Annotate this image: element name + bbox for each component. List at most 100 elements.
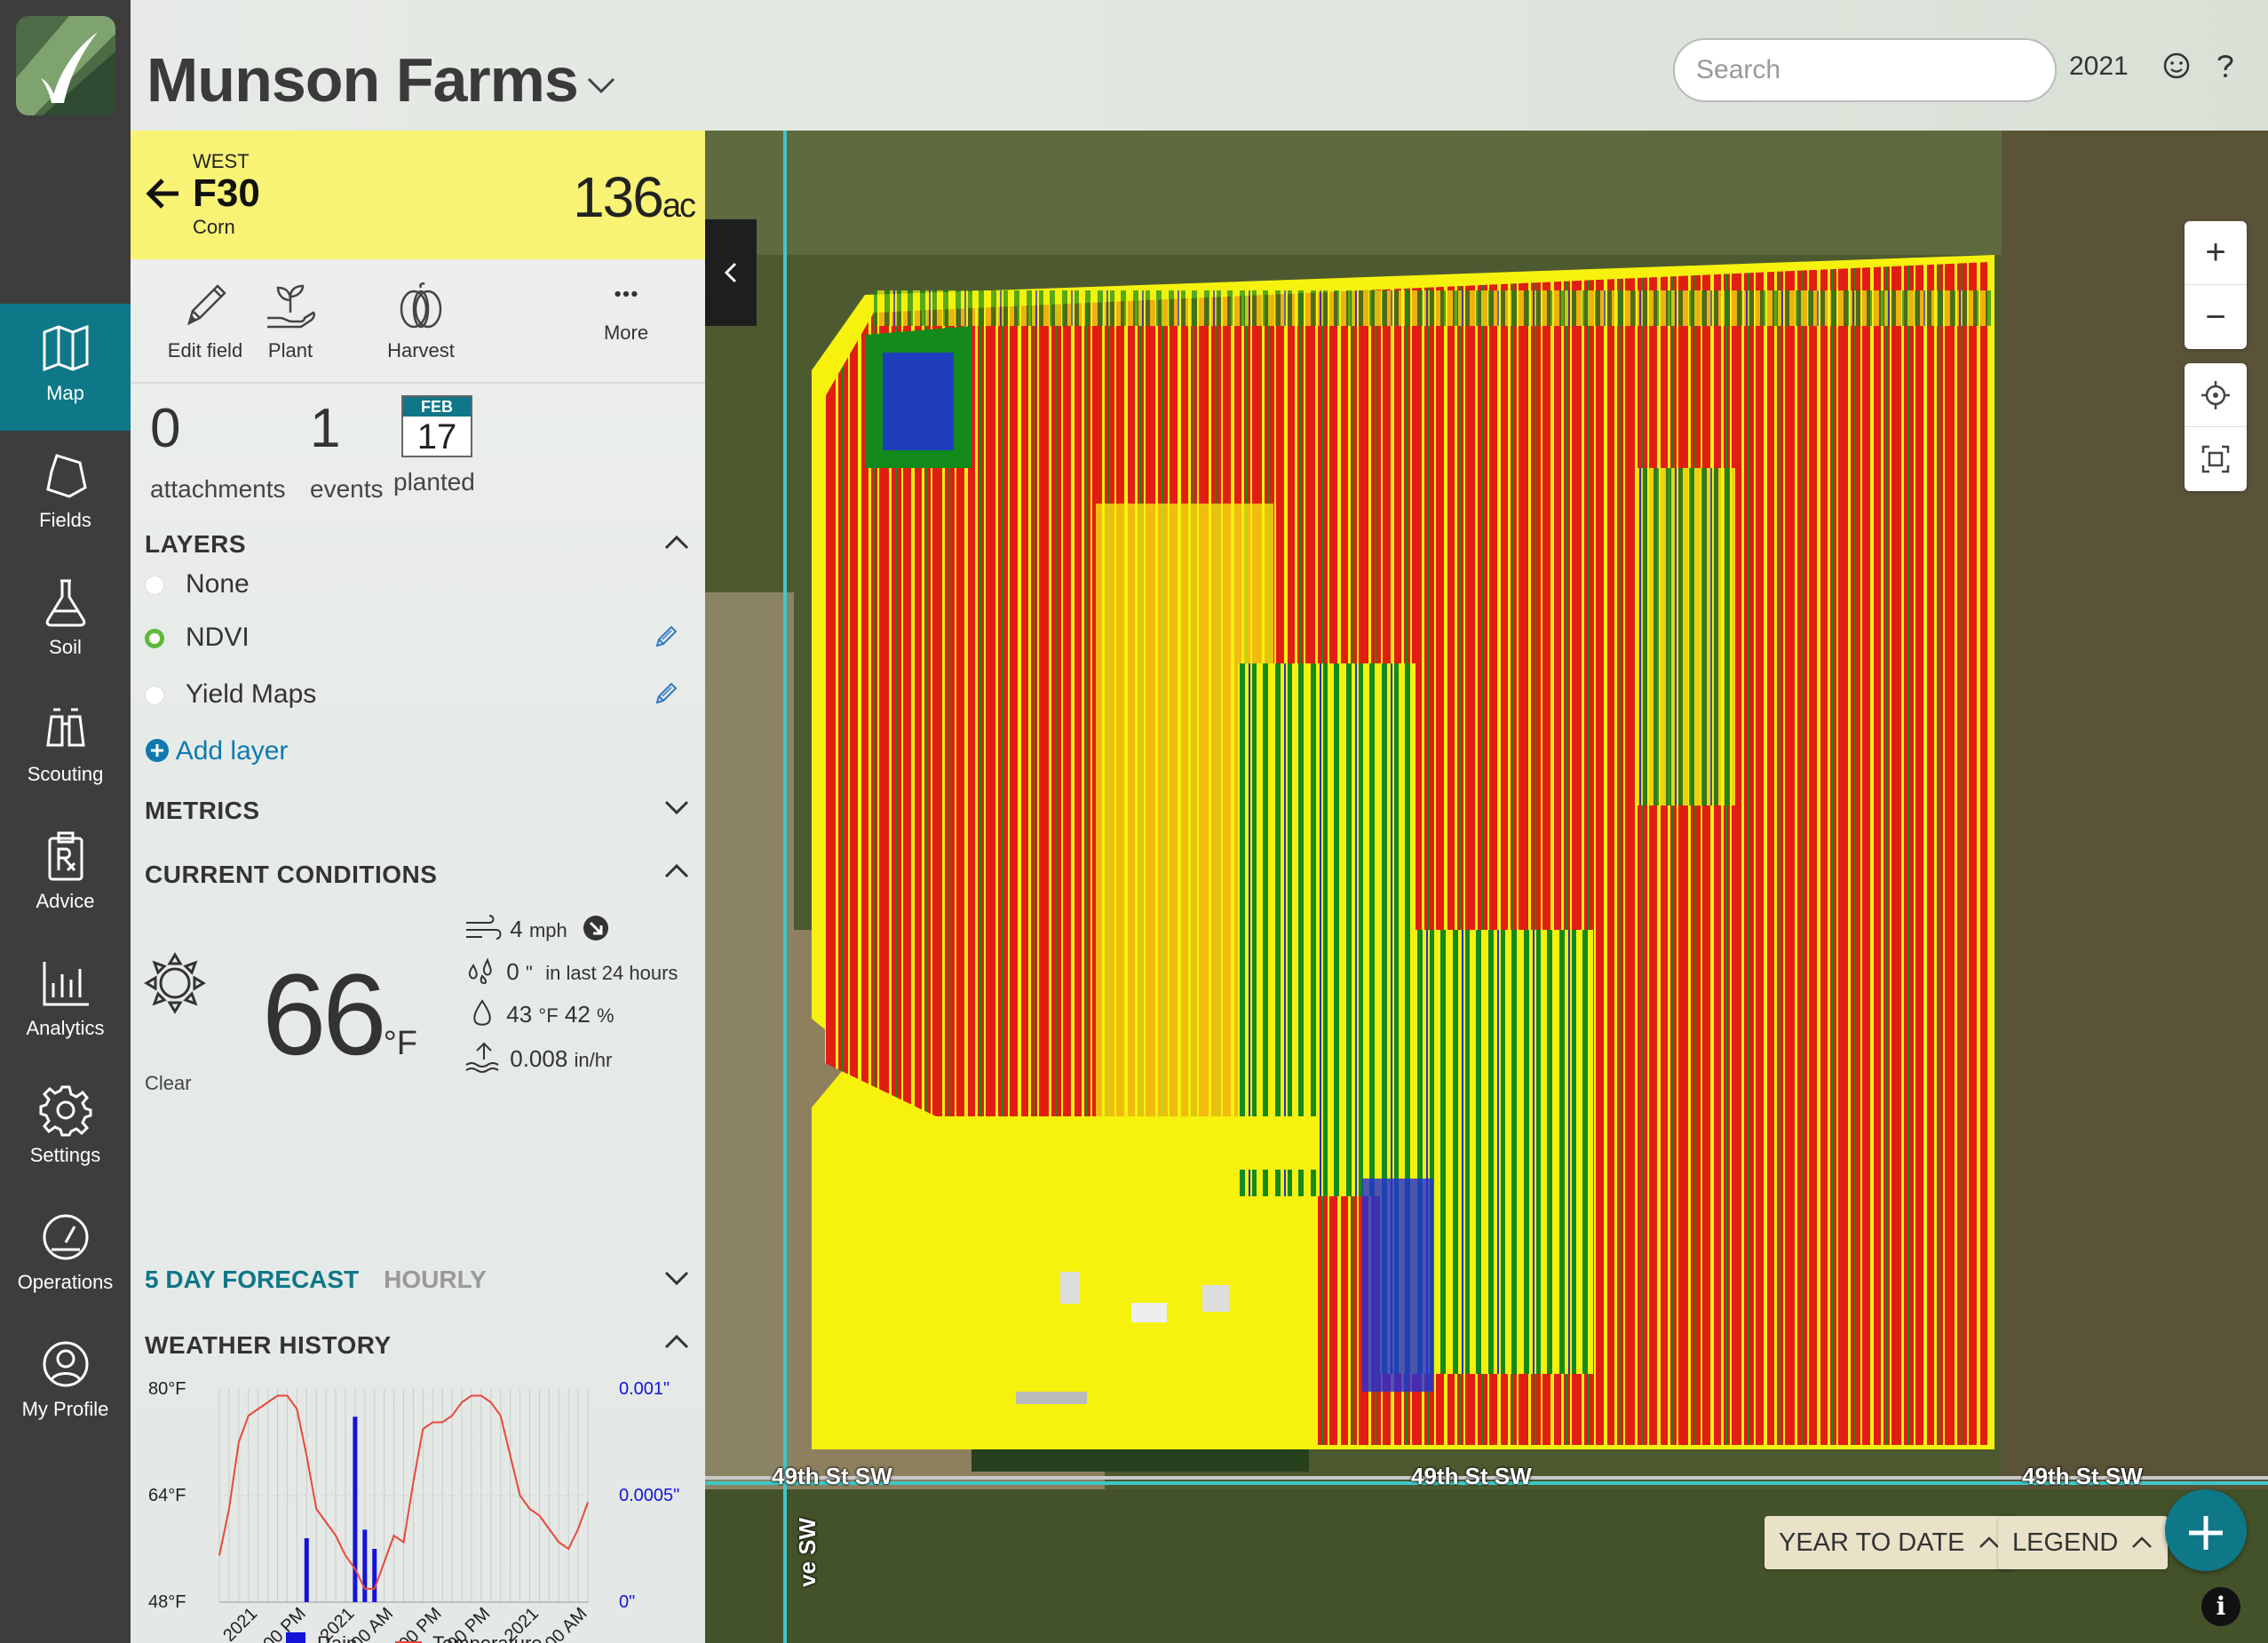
chevron-up-icon[interactable]: [661, 1326, 693, 1358]
year-to-date-button[interactable]: YEAR TO DATE: [1764, 1516, 2015, 1569]
zoom-out-button[interactable]: −: [2185, 285, 2247, 349]
chevron-up-icon[interactable]: [661, 855, 693, 887]
chevron-left-icon: [724, 262, 737, 283]
pumpkin-icon: [400, 282, 442, 329]
et-unit: in/hr: [574, 1049, 613, 1071]
layer-option-none[interactable]: None: [145, 569, 250, 599]
y-left-tick-label: 64°F: [148, 1486, 186, 1505]
user-icon: [43, 1341, 88, 1387]
field-crop: Corn: [193, 216, 235, 238]
weather-history-heading: WEATHER HISTORY: [145, 1331, 392, 1359]
nav-item-map[interactable]: Map: [0, 304, 131, 431]
binoculars-icon: [45, 708, 85, 747]
fit-bounds-button[interactable]: [2185, 427, 2247, 491]
year-to-date-label: YEAR TO DATE: [1779, 1528, 1965, 1557]
chevron-up-icon[interactable]: [661, 527, 693, 559]
sun-icon: [144, 952, 206, 1014]
app-logo[interactable]: [16, 16, 115, 115]
search-input[interactable]: [1673, 38, 2057, 102]
layer-label-none: None: [186, 569, 250, 599]
nav-item-fields[interactable]: Fields: [0, 431, 131, 558]
nav-item-scouting[interactable]: Scouting: [0, 685, 131, 812]
satellite-imagery: [705, 131, 2268, 1643]
events-count[interactable]: 1: [310, 397, 340, 460]
flask-icon: [45, 579, 85, 627]
nav-item-soil[interactable]: Soil: [0, 558, 131, 685]
nav-item-settings[interactable]: Settings: [0, 1066, 131, 1193]
wind-row: 4 mph: [464, 914, 609, 943]
fields-icon: [45, 454, 87, 498]
tab-hourly[interactable]: HOURLY: [384, 1266, 487, 1293]
planted-label: planted: [393, 468, 475, 496]
wind-icon: [466, 915, 502, 940]
current-temperature: 66°F: [262, 948, 417, 1081]
field-acres: 136ac: [573, 164, 696, 230]
layer-label-ndvi: NDVI: [186, 623, 250, 652]
sidebar: Map Fields Soil Scouting Advice Analytics Sett…: [0, 0, 131, 1643]
collapse-panel-button[interactable]: [705, 219, 757, 326]
layer-option-ndvi[interactable]: NDVI: [145, 623, 250, 653]
add-layer-button[interactable]: Add layer: [145, 736, 288, 766]
nav-item-operations[interactable]: Operations: [0, 1193, 131, 1320]
plant-button[interactable]: Plant: [228, 259, 353, 384]
map-icon: [43, 324, 88, 372]
locate-controls: [2185, 363, 2247, 491]
layer-option-yield[interactable]: Yield Maps: [145, 679, 316, 710]
y-right-tick-label: 0.0005": [619, 1486, 679, 1505]
fit-bounds-icon: [2201, 445, 2230, 473]
edit-yield-pencil-icon[interactable]: [652, 679, 680, 708]
nav-item-analytics[interactable]: Analytics: [0, 939, 131, 1066]
radio-none[interactable]: [145, 575, 164, 596]
rain-drops-icon: [468, 957, 492, 985]
more-button[interactable]: More: [564, 259, 688, 384]
evaporation-icon: [465, 1042, 499, 1073]
plus-icon: [2189, 1516, 2223, 1550]
rain-bar: [372, 1549, 377, 1602]
nav-label: Fields: [39, 509, 91, 531]
radio-ndvi[interactable]: [145, 629, 164, 649]
map-view[interactable]: + − 49th St SW 49th St SW 49th St SW ve …: [705, 131, 2268, 1643]
zoom-in-button[interactable]: +: [2185, 221, 2247, 285]
chevron-up-icon: [2132, 1536, 2153, 1548]
field-actions: Edit field Plant Harvest More: [131, 259, 705, 384]
gear-icon: [39, 1085, 91, 1137]
nav-item-my-profile[interactable]: My Profile: [0, 1320, 131, 1447]
y-left-tick-label: 80°F: [148, 1379, 186, 1399]
temp-unit: °F: [383, 1025, 418, 1062]
year-selector[interactable]: 2021: [2069, 52, 2129, 82]
field-region: WEST: [193, 150, 250, 172]
layer-label-yield: Yield Maps: [186, 679, 317, 709]
back-arrow-icon[interactable]: [143, 173, 184, 214]
nav-label: Map: [46, 382, 84, 404]
chevron-down-icon: [587, 77, 615, 93]
field-detail-panel: WEST F30 Corn 136ac Edit field Plant Har…: [131, 131, 705, 1643]
chevron-up-icon: [1979, 1536, 1999, 1548]
chevron-down-icon[interactable]: [661, 791, 693, 823]
attachments-count[interactable]: 0: [150, 397, 180, 460]
info-icon[interactable]: i: [2201, 1587, 2240, 1626]
bar-chart-icon: [43, 962, 89, 1006]
plant-label: Plant: [267, 339, 313, 361]
chevron-down-icon[interactable]: [661, 1262, 693, 1294]
top-header: Munson Farms 2021: [131, 0, 2268, 131]
seedling-icon: [267, 284, 316, 329]
feedback-smiley-icon[interactable]: [2161, 50, 2193, 82]
acres-value: 136: [573, 165, 664, 229]
harvest-button[interactable]: Harvest: [359, 259, 483, 384]
nav-label: My Profile: [21, 1398, 109, 1420]
nav-item-advice[interactable]: Advice: [0, 812, 131, 939]
add-button[interactable]: [2165, 1489, 2247, 1571]
help-icon[interactable]: [2209, 50, 2241, 82]
road-label: 49th St SW: [2022, 1463, 2143, 1489]
more-dots-icon: [615, 290, 638, 298]
legend-button[interactable]: LEGEND: [1998, 1516, 2169, 1569]
legend-label: LEGEND: [2012, 1528, 2119, 1557]
farm-selector[interactable]: Munson Farms: [147, 44, 619, 115]
pencil-icon: [187, 284, 226, 326]
field-stats: 0 attachments 1 events FEB 17 planted: [131, 395, 705, 503]
edit-ndvi-pencil-icon[interactable]: [652, 623, 680, 651]
tab-5-day-forecast[interactable]: 5 DAY FORECAST: [145, 1266, 359, 1293]
radio-yield[interactable]: [145, 686, 164, 706]
legend-label-temperature: Temperature: [432, 1632, 543, 1643]
locate-button[interactable]: [2185, 363, 2247, 427]
